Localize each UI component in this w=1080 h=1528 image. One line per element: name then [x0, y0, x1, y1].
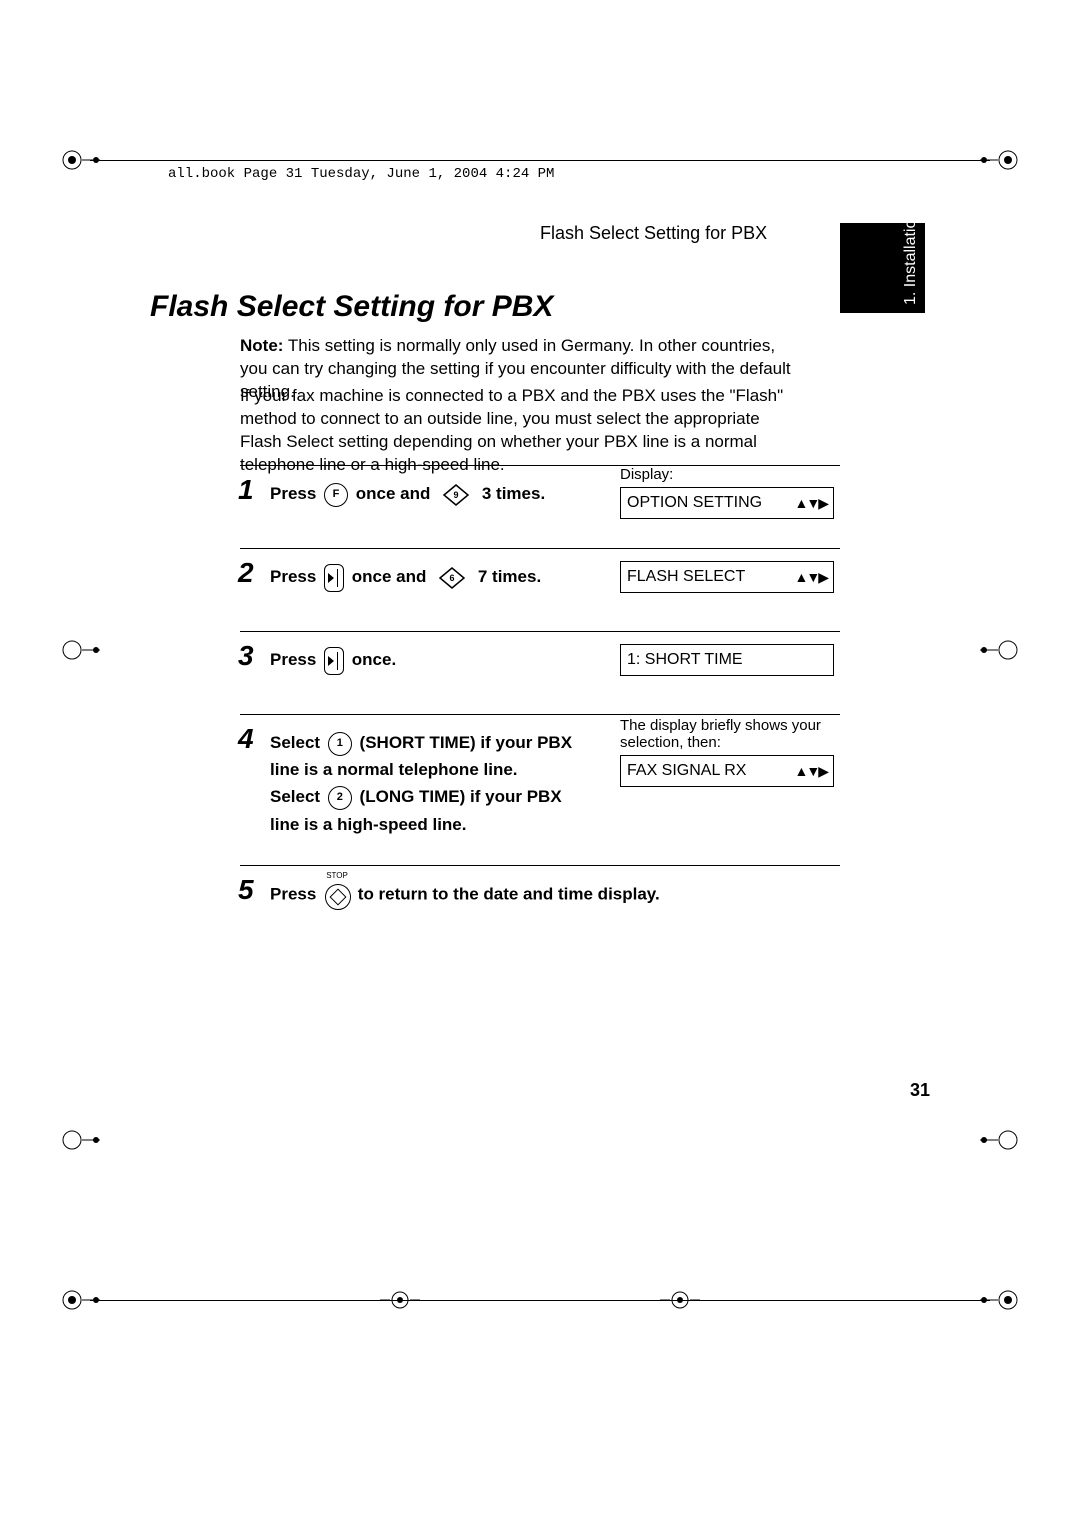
step-text: Select 1 (SHORT TIME) if your PBX line i… — [270, 729, 590, 838]
step-text-segment: 7 times. — [478, 567, 541, 586]
crop-mark-icon — [60, 1120, 100, 1160]
crop-mark-icon — [660, 1280, 700, 1320]
step-row: 3 Press once. 1: SHORT TIME — [240, 631, 840, 714]
f-key-icon: F — [324, 483, 348, 507]
display-note: The display briefly shows your selection… — [620, 717, 840, 751]
step-text-segment: Press — [270, 567, 321, 586]
stop-label: STOP — [324, 870, 350, 883]
step-text-segment: to return to the date and time display. — [358, 884, 660, 903]
step-text-segment: Press — [270, 884, 321, 903]
keypad-9-icon: 9 — [438, 484, 474, 506]
step-number: 1 — [238, 474, 266, 506]
crop-mark-icon — [980, 630, 1020, 670]
step-text-segment: once. — [352, 650, 396, 669]
crop-rule-top — [90, 160, 990, 161]
section-tab-label: 1. Installation — [902, 211, 920, 305]
step-text-segment: Select — [270, 787, 325, 806]
step-row: 5 Press STOP to return to the date and t… — [240, 865, 840, 948]
lcd-text: FLASH SELECT — [627, 568, 745, 586]
step-text: Press once and 6 7 times. — [270, 563, 590, 592]
crop-mark-icon — [380, 1280, 420, 1320]
nav-arrows-icon: ▲▼▶ — [795, 569, 827, 586]
step-text-segment: once and — [356, 484, 435, 503]
crop-mark-icon — [60, 630, 100, 670]
crop-mark-icon — [60, 140, 100, 180]
keypad-2-icon: 2 — [328, 786, 352, 810]
step-number: 3 — [238, 640, 266, 672]
lcd-display: FLASH SELECT ▲▼▶ — [620, 561, 834, 593]
step-row: 2 Press once and 6 7 times. FLASH SELECT… — [240, 548, 840, 631]
lcd-display: 1: SHORT TIME — [620, 644, 834, 676]
step-number: 4 — [238, 723, 266, 755]
step-text: Press F once and 9 3 times. — [270, 480, 590, 507]
crop-header: all.book Page 31 Tuesday, June 1, 2004 4… — [168, 166, 554, 182]
svg-text:6: 6 — [450, 573, 455, 583]
crop-mark-icon — [980, 1120, 1020, 1160]
step-text-segment: Select — [270, 733, 325, 752]
nav-arrows-icon: ▲▼▶ — [795, 763, 827, 780]
display-label: Display: — [620, 466, 840, 483]
step-text-segment: Press — [270, 484, 321, 503]
display-column: The display briefly shows your selection… — [620, 717, 840, 787]
step-text-segment: 3 times. — [482, 484, 545, 503]
svg-text:9: 9 — [454, 490, 459, 500]
keypad-6-icon: 6 — [434, 567, 470, 589]
step-row: 4 Select 1 (SHORT TIME) if your PBX line… — [240, 714, 840, 865]
crop-mark-icon — [980, 140, 1020, 180]
display-column: Display: OPTION SETTING ▲▼▶ — [620, 466, 840, 519]
lcd-text: OPTION SETTING — [627, 494, 762, 512]
step-number: 5 — [238, 874, 266, 906]
section-tab: 1. Installation — [840, 223, 925, 313]
crop-mark-icon — [980, 1280, 1020, 1320]
page-title: Flash Select Setting for PBX — [150, 290, 553, 324]
step-text-segment: Press — [270, 650, 321, 669]
arrow-key-icon — [324, 564, 344, 592]
display-column: 1: SHORT TIME — [620, 644, 840, 676]
step-number: 2 — [238, 557, 266, 589]
note-label: Note: — [240, 336, 283, 355]
stop-key-icon: STOP — [324, 880, 350, 910]
display-column: FLASH SELECT ▲▼▶ — [620, 561, 840, 593]
running-head: Flash Select Setting for PBX — [540, 223, 767, 244]
step-text: Press once. — [270, 646, 590, 675]
step-row: 1 Press F once and 9 3 times. Display: O… — [240, 465, 840, 548]
steps-list: 1 Press F once and 9 3 times. Display: O… — [240, 465, 840, 948]
lcd-text: FAX SIGNAL RX — [627, 762, 746, 780]
arrow-key-icon — [324, 647, 344, 675]
intro-paragraph: If your fax machine is connected to a PB… — [240, 385, 800, 477]
keypad-1-icon: 1 — [328, 732, 352, 756]
lcd-display: OPTION SETTING ▲▼▶ — [620, 487, 834, 519]
lcd-text: 1: SHORT TIME — [627, 651, 743, 669]
step-text: Press STOP to return to the date and tim… — [270, 880, 770, 910]
step-text-segment: once and — [352, 567, 431, 586]
crop-mark-icon — [60, 1280, 100, 1320]
lcd-display: FAX SIGNAL RX ▲▼▶ — [620, 755, 834, 787]
nav-arrows-icon: ▲▼▶ — [795, 495, 827, 512]
crop-rule-bottom — [90, 1300, 990, 1301]
page-number: 31 — [0, 1080, 930, 1101]
